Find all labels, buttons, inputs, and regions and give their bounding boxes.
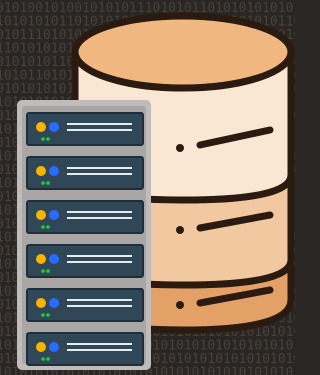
status-led-icon: [41, 137, 45, 141]
status-led-icon: [46, 357, 50, 361]
power-led-icon: [36, 210, 46, 220]
power-led-icon: [36, 298, 46, 308]
status-led-icon: [41, 357, 45, 361]
status-led-icon: [41, 313, 45, 317]
power-led-icon: [36, 122, 46, 132]
status-led-icon: [46, 313, 50, 317]
status-led-icon: [46, 181, 50, 185]
power-led-icon: [36, 166, 46, 176]
status-led-icon: [41, 269, 45, 273]
server-unit: [26, 244, 144, 278]
activity-led-icon: [49, 342, 59, 352]
activity-led-icon: [49, 122, 59, 132]
power-led-icon: [36, 342, 46, 352]
activity-led-icon: [49, 254, 59, 264]
server-unit: [26, 332, 144, 366]
server-unit: [26, 200, 144, 234]
database-server-illustration: 0101001010010101011101010110101010101010…: [0, 1, 295, 375]
illustration: 0101001010010101011101010110101010101010…: [0, 0, 295, 375]
status-led-icon: [46, 225, 50, 229]
status-led-icon: [41, 181, 45, 185]
power-led-icon: [36, 254, 46, 264]
activity-led-icon: [49, 166, 59, 176]
server-unit: [26, 112, 144, 146]
status-led-icon: [41, 225, 45, 229]
activity-led-icon: [49, 298, 59, 308]
status-led-icon: [46, 137, 50, 141]
server-icon: [17, 100, 151, 370]
server-unit: [26, 288, 144, 322]
server-unit: [26, 156, 144, 190]
activity-led-icon: [49, 210, 59, 220]
status-led-icon: [46, 269, 50, 273]
